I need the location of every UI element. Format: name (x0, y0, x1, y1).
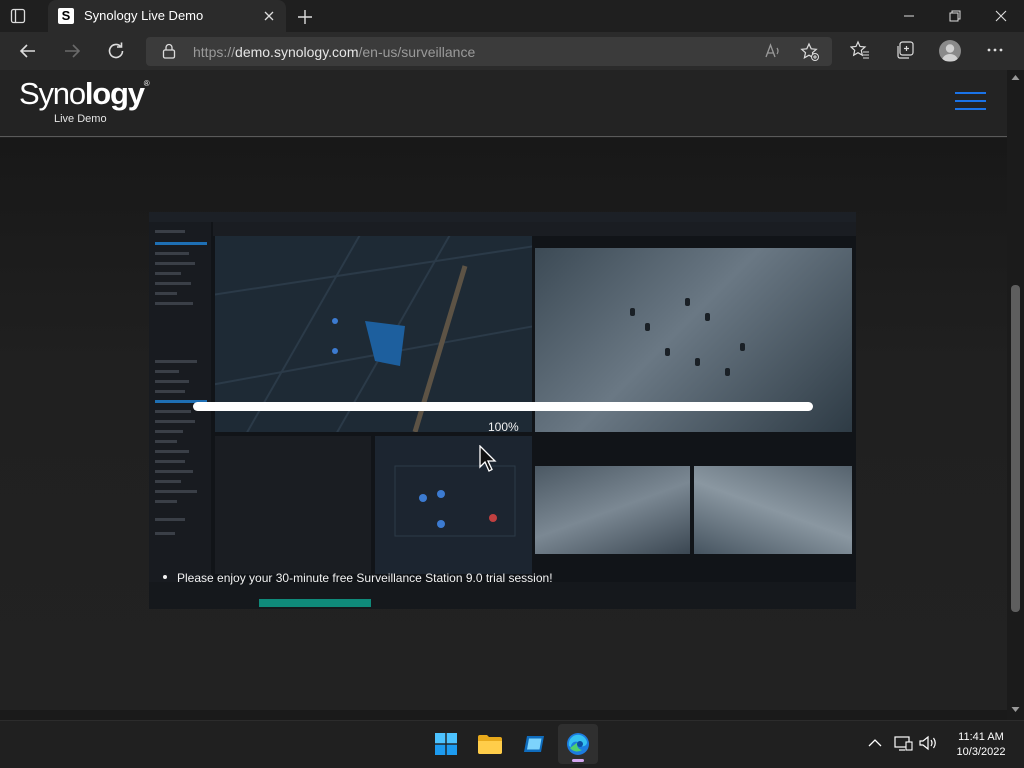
minimize-button[interactable] (886, 0, 932, 32)
profile-avatar[interactable] (939, 40, 961, 62)
close-window-button[interactable] (978, 0, 1024, 32)
close-tab-icon[interactable] (260, 7, 278, 25)
back-button[interactable] (16, 39, 40, 63)
new-tab-button[interactable] (294, 6, 316, 28)
volume-icon[interactable] (918, 733, 938, 758)
network-icon[interactable] (893, 733, 913, 758)
mouse-cursor-icon (479, 444, 499, 478)
forward-button[interactable] (60, 39, 84, 63)
file-explorer-icon[interactable] (470, 724, 510, 764)
site-header: Synology® Live Demo (0, 70, 1007, 137)
vertical-scrollbar[interactable] (1007, 70, 1024, 720)
settings-more-icon[interactable] (985, 40, 1005, 65)
show-hidden-icons-icon[interactable] (866, 734, 884, 757)
hamburger-menu-icon[interactable] (955, 92, 986, 112)
title-bar: S Synology Live Demo (0, 0, 1024, 32)
system-clock[interactable]: 11:41 AM 10/3/2022 (948, 730, 1014, 760)
trial-notice: Please enjoy your 30-minute free Surveil… (163, 571, 553, 585)
address-bar[interactable]: https://demo.synology.com/en-us/surveill… (146, 37, 832, 66)
navigation-bar: https://demo.synology.com/en-us/surveill… (0, 32, 1024, 70)
add-favorite-icon[interactable] (800, 42, 820, 67)
loading-progress-bar (193, 402, 813, 411)
collections-icon[interactable] (895, 40, 915, 65)
lock-icon[interactable] (162, 43, 176, 64)
restore-button[interactable] (932, 0, 978, 32)
favorites-icon[interactable] (849, 40, 870, 65)
refresh-button[interactable] (104, 39, 128, 63)
progress-percentage: 100% (488, 420, 519, 434)
edge-browser-icon[interactable] (558, 724, 598, 764)
synology-logo[interactable]: Synology® (19, 76, 150, 112)
windows-start-icon[interactable] (426, 724, 466, 764)
browser-tab[interactable]: S Synology Live Demo (48, 0, 286, 32)
tab-title: Synology Live Demo (84, 8, 204, 23)
url-text[interactable]: https://demo.synology.com/en-us/surveill… (193, 44, 475, 60)
live-demo-subtitle: Live Demo (54, 113, 107, 125)
scrollbar-thumb[interactable] (1011, 285, 1020, 612)
tab-actions-icon[interactable] (10, 8, 26, 24)
clock-time: 11:41 AM (958, 731, 1004, 743)
synology-favicon-icon: S (58, 8, 74, 24)
clock-date: 10/3/2022 (956, 746, 1006, 758)
terminal-app-icon[interactable] (514, 724, 554, 764)
read-aloud-icon[interactable] (764, 42, 782, 65)
